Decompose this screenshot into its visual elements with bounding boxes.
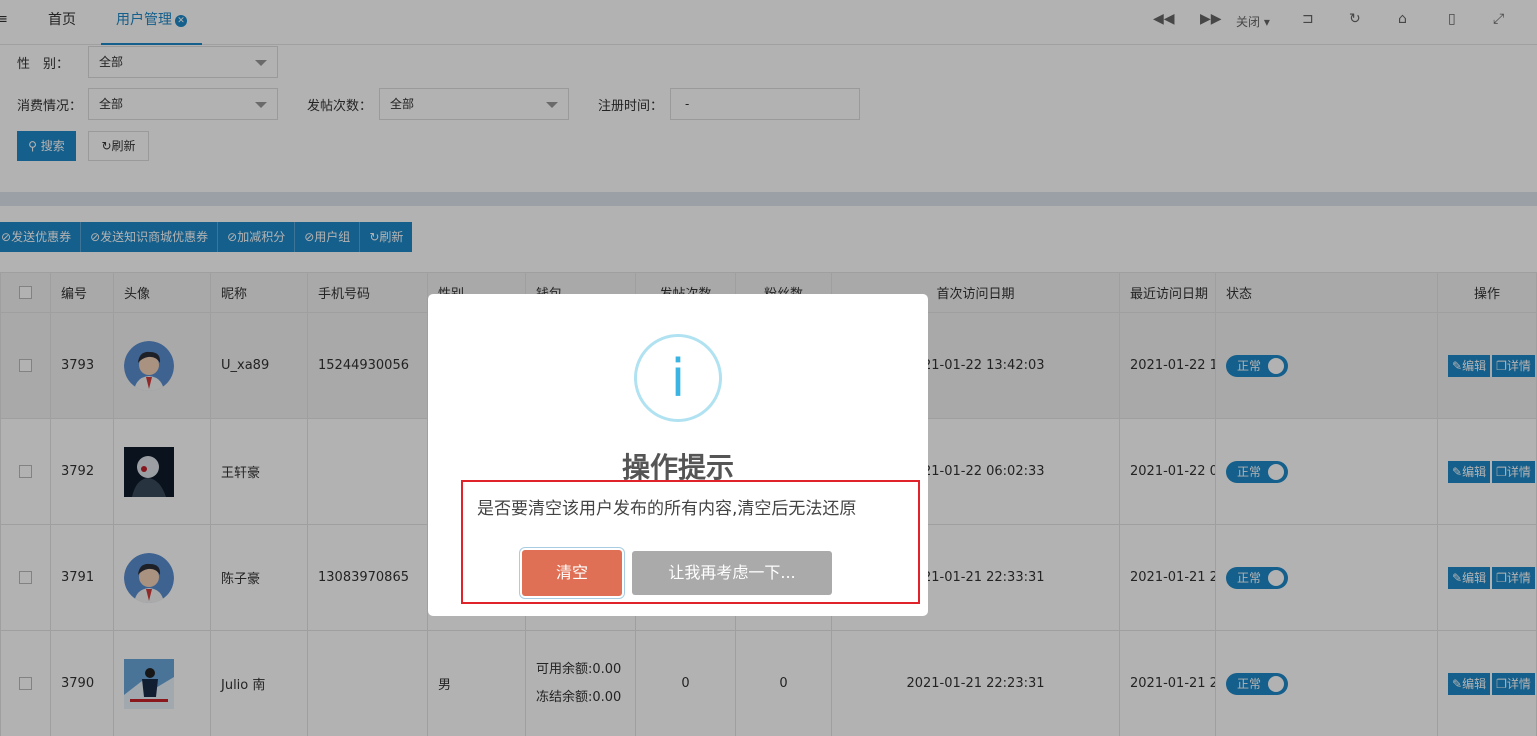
dialog-message: 是否要清空该用户发布的所有内容,清空后无法还原 <box>477 499 857 519</box>
clear-confirm-button[interactable]: 清空 <box>522 550 622 596</box>
confirm-dialog: i 操作提示 是否要清空该用户发布的所有内容,清空后无法还原 清空 让我再考虑一… <box>428 294 928 616</box>
dialog-title: 操作提示 <box>621 451 734 484</box>
cancel-button[interactable]: 让我再考虑一下... <box>632 551 832 595</box>
info-icon: i <box>634 334 722 422</box>
